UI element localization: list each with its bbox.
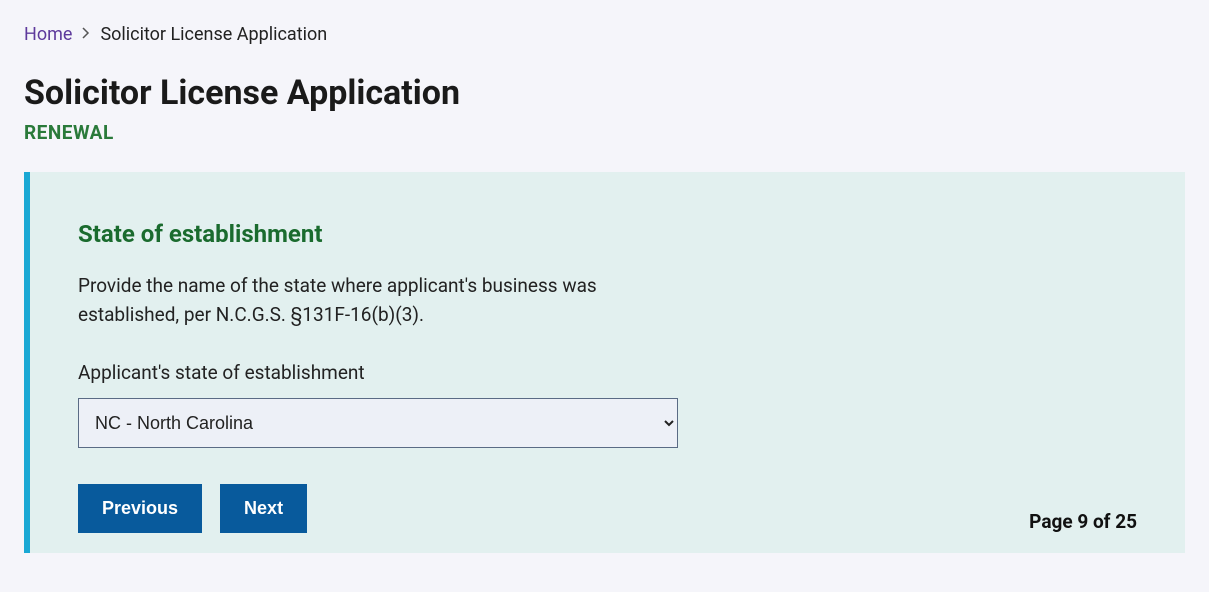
breadcrumb: Home Solicitor License Application — [24, 24, 1185, 45]
page-title: Solicitor License Application — [24, 73, 1185, 113]
previous-button[interactable]: Previous — [78, 484, 202, 533]
state-select[interactable]: NC - North Carolina — [78, 398, 678, 448]
breadcrumb-home-link[interactable]: Home — [24, 24, 72, 45]
section-title: State of establishment — [78, 220, 1137, 248]
state-field-label: Applicant's state of establishment — [78, 361, 1137, 384]
section-description: Provide the name of the state where appl… — [78, 272, 688, 329]
form-panel: State of establishment Provide the name … — [24, 172, 1185, 553]
breadcrumb-current: Solicitor License Application — [100, 24, 327, 45]
page-indicator: Page 9 of 25 — [1029, 510, 1137, 533]
next-button[interactable]: Next — [220, 484, 307, 533]
page-subtitle: RENEWAL — [24, 121, 1185, 144]
chevron-right-icon — [82, 27, 90, 43]
